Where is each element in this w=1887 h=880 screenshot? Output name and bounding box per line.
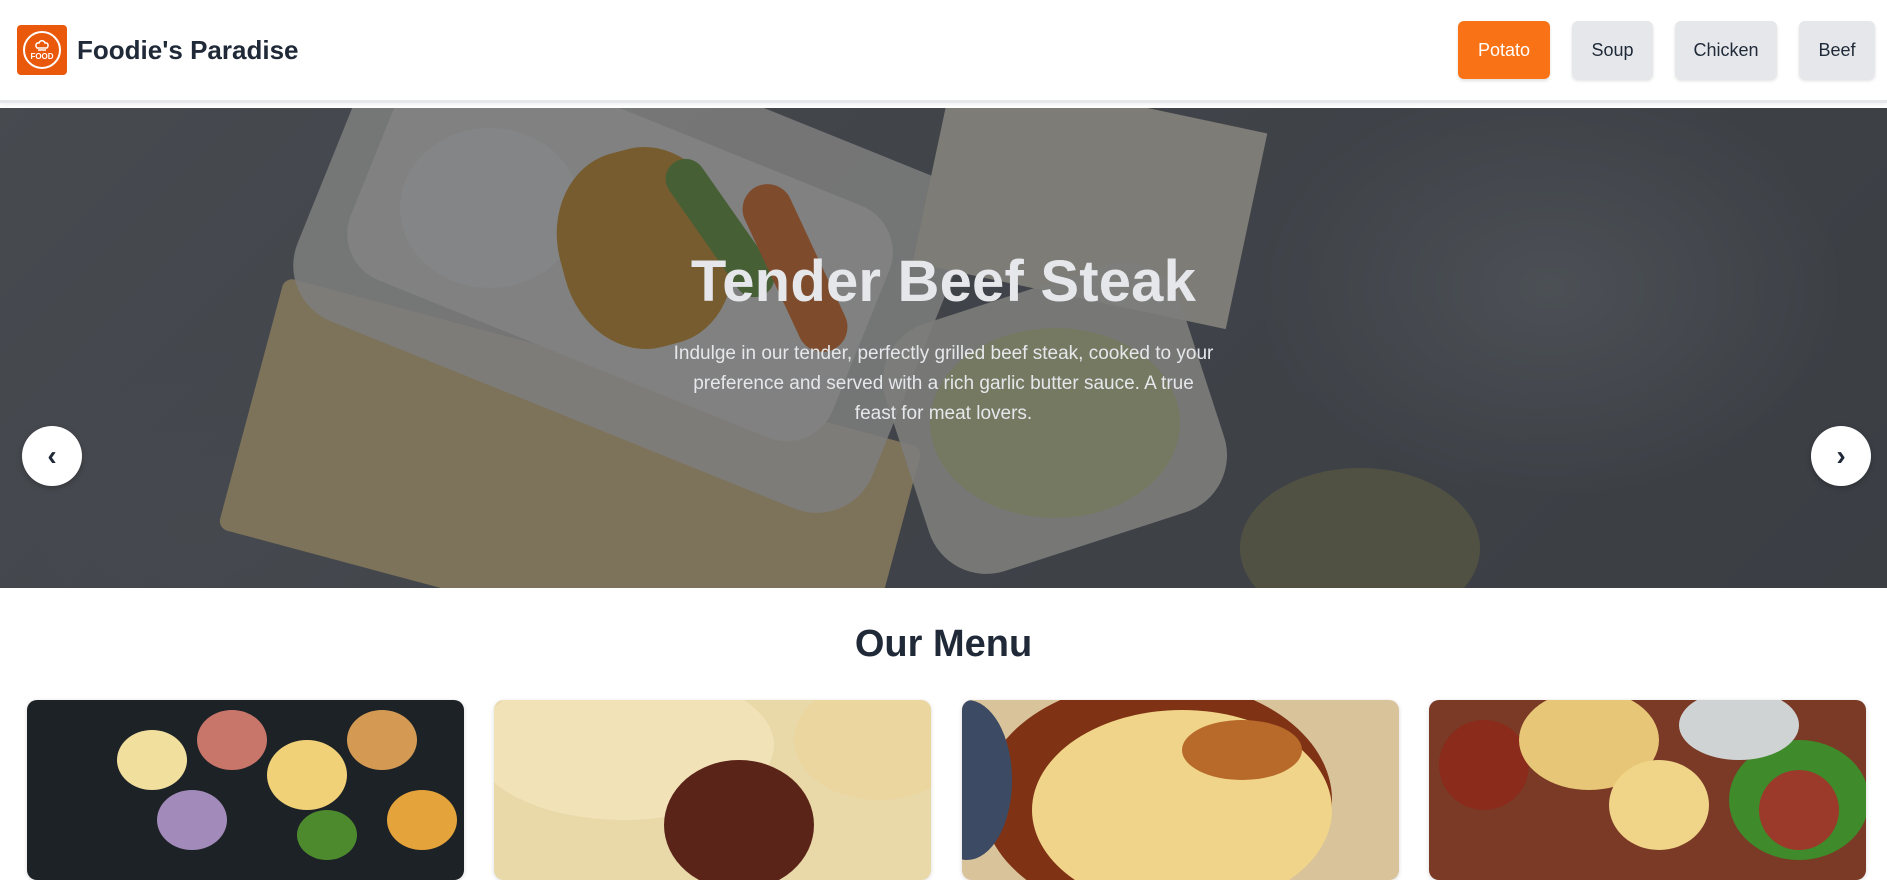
- menu-section-title: Our Menu: [854, 623, 1033, 665]
- nav-button-soup[interactable]: Soup: [1572, 21, 1653, 79]
- category-nav: Potato Soup Chicken Beef: [1436, 21, 1875, 79]
- chef-hat-icon: [35, 39, 49, 51]
- site-header: FOOD Foodie's Paradise Potato Soup Chick…: [0, 0, 1887, 103]
- hero-caption: Tender Beef Steak Indulge in our tender,…: [0, 248, 1887, 429]
- logo-icon: FOOD: [23, 31, 61, 69]
- carousel-prev-button[interactable]: ‹: [22, 426, 82, 486]
- menu-card-3[interactable]: [962, 700, 1399, 880]
- logo: FOOD: [17, 25, 67, 75]
- nav-button-potato[interactable]: Potato: [1458, 21, 1550, 79]
- carousel-next-button[interactable]: ›: [1811, 426, 1871, 486]
- chevron-right-icon: ›: [1836, 440, 1846, 471]
- chevron-left-icon: ‹: [47, 440, 57, 471]
- logo-text: FOOD: [30, 51, 54, 61]
- nav-button-chicken[interactable]: Chicken: [1675, 21, 1777, 79]
- hero-title: Tender Beef Steak: [690, 249, 1197, 314]
- hero-carousel: Tender Beef Steak Indulge in our tender,…: [0, 108, 1887, 588]
- hero-description: Indulge in our tender, perfectly grilled…: [673, 343, 1214, 424]
- menu-card-4[interactable]: [1429, 700, 1866, 880]
- brand[interactable]: FOOD Foodie's Paradise: [17, 25, 298, 75]
- nav-button-beef[interactable]: Beef: [1799, 21, 1875, 79]
- brand-name: Foodie's Paradise: [77, 34, 299, 65]
- menu-card-1[interactable]: [27, 700, 464, 880]
- menu-card-2[interactable]: [494, 700, 931, 880]
- menu-grid: [27, 700, 1867, 880]
